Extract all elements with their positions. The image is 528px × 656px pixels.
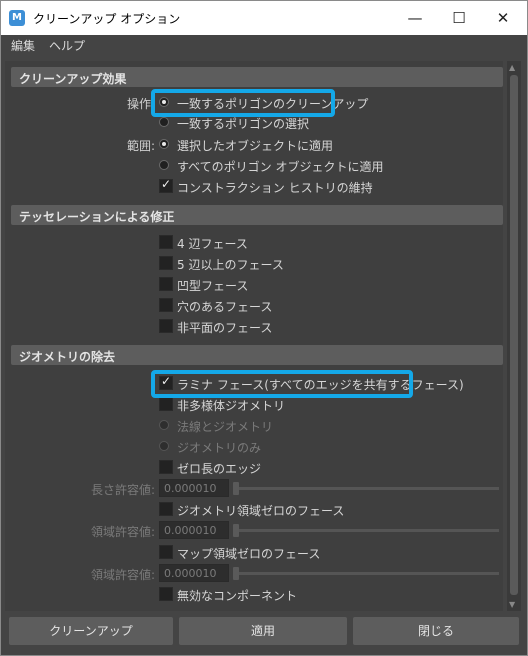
menu-help[interactable]: ヘルプ (49, 37, 85, 54)
checkbox-label: 4 辺フェース (177, 237, 248, 251)
length-tolerance-label: 長さ許容値: (90, 483, 155, 497)
title-bar: M クリーンアップ オプション — ☐ ✕ (1, 1, 527, 35)
geo-row: 無効なコンポーネント (5, 585, 503, 605)
length-tolerance-field[interactable]: 0.000010 (159, 479, 229, 497)
checkbox-label: マップ領域ゼロのフェース (177, 547, 321, 561)
length-tolerance-slider-handle[interactable] (233, 482, 239, 495)
tess-row: 非平面のフェース (5, 317, 503, 337)
checkbox-label: 凹型フェース (177, 279, 249, 293)
section-header-cleanup-effect[interactable]: クリーンアップ効果 (11, 67, 503, 87)
map-tolerance-slider-handle[interactable] (233, 567, 239, 580)
options-panel: クリーンアップ効果 操作: 一致するポリゴンのクリーンアップ 一致するポリゴンの… (5, 61, 503, 611)
section-header-remove-geometry[interactable]: ジオメトリの除去 (11, 345, 503, 365)
checkbox-box[interactable] (159, 397, 173, 411)
section-title: クリーンアップ効果 (19, 72, 127, 86)
tess-row: 穴のあるフェース (5, 296, 503, 316)
area-tolerance-field[interactable]: 0.000010 (159, 521, 229, 539)
tess-row: 凹型フェース (5, 275, 503, 295)
highlight-box-cleanup-option (151, 89, 335, 117)
map-tolerance-field[interactable]: 0.000010 (159, 564, 229, 582)
checkbox-box[interactable] (159, 545, 173, 559)
radio-label: 法線とジオメトリ (177, 420, 274, 434)
checkbox-box[interactable] (159, 235, 173, 249)
vertical-scrollbar[interactable]: ▲ ▼ (507, 61, 521, 611)
section-header-tessellation[interactable]: テッセレーションによる修正 (11, 205, 503, 225)
checkbox-box[interactable] (159, 587, 173, 601)
close-button[interactable]: 閉じる (353, 617, 519, 645)
radio-dot[interactable] (159, 117, 169, 127)
geo-row: マップ領域ゼロのフェース (5, 543, 503, 563)
cleanup-button[interactable]: クリーンアップ (9, 617, 173, 645)
keep-history-row: コンストラクション ヒストリの維持 (5, 177, 503, 197)
map-tolerance-slider-track[interactable] (237, 572, 499, 575)
checkbox-box[interactable] (159, 256, 173, 270)
apply-button[interactable]: 適用 (179, 617, 347, 645)
geo-row: ジオメトリのみ (5, 437, 503, 457)
area-tolerance-slider-handle[interactable] (233, 524, 239, 537)
radio-dot-disabled[interactable] (159, 420, 169, 430)
cleanup-options-window: M クリーンアップ オプション — ☐ ✕ 編集 ヘルプ クリーンアップ効果 操… (0, 0, 528, 656)
close-window-button[interactable]: ✕ (481, 5, 525, 31)
radio-label: すべてのポリゴン オブジェクトに適用 (177, 160, 384, 174)
checkbox-label: 非多様体ジオメトリ (177, 399, 286, 413)
geo-row: ジオメトリ領域ゼロのフェース (5, 500, 503, 520)
length-tolerance-row: 長さ許容値: 0.000010 (5, 479, 503, 499)
scope-row: 範囲: 選択したオブジェクトに適用 (5, 135, 503, 155)
tess-row: 4 辺フェース (5, 233, 503, 253)
radio-label: 選択したオブジェクトに適用 (177, 139, 334, 153)
checkbox-box[interactable] (159, 502, 173, 516)
maximize-button[interactable]: ☐ (437, 5, 481, 31)
area-tolerance-label: 領域許容値: (90, 525, 155, 539)
map-tolerance-label: 領域許容値: (90, 568, 155, 582)
checkbox-label: ジオメトリ領域ゼロのフェース (177, 504, 345, 518)
checkbox-label: 非平面のフェース (177, 321, 273, 335)
checkbox-box[interactable] (159, 298, 173, 312)
menu-edit[interactable]: 編集 (11, 37, 35, 54)
length-tolerance-slider-track[interactable] (237, 487, 499, 490)
checkbox-box[interactable] (159, 460, 173, 474)
radio-dot-selected[interactable] (159, 139, 169, 149)
radio-label: ジオメトリのみ (177, 441, 262, 455)
scroll-down-arrow-icon[interactable]: ▼ (509, 600, 515, 609)
radio-dot[interactable] (159, 160, 169, 170)
checkbox-box[interactable] (159, 319, 173, 333)
checkbox-box[interactable] (159, 277, 173, 291)
checkbox-box-checked[interactable] (159, 177, 173, 193)
checkbox-label: 無効なコンポーネント (177, 589, 298, 603)
scope-row-2: すべてのポリゴン オブジェクトに適用 (5, 156, 503, 176)
geo-row: 非多様体ジオメトリ (5, 395, 503, 415)
checkbox-label: 穴のあるフェース (177, 300, 273, 314)
section-title: テッセレーションによる修正 (19, 210, 175, 224)
radio-dot-disabled[interactable] (159, 441, 169, 451)
area-tolerance-slider-track[interactable] (237, 529, 499, 532)
section-title: ジオメトリの除去 (19, 350, 116, 364)
maya-app-icon: M (9, 10, 25, 26)
geo-row: 法線とジオメトリ (5, 416, 503, 436)
highlight-box-lamina-option (151, 370, 413, 398)
geo-row: ゼロ長のエッジ (5, 458, 503, 478)
scope-label: 範囲: (126, 139, 155, 153)
area-tolerance-row: 領域許容値: 0.000010 (5, 521, 503, 541)
minimize-button[interactable]: — (393, 5, 437, 31)
scrollbar-thumb[interactable] (510, 75, 518, 595)
checkbox-label: ゼロ長のエッジ (177, 462, 262, 476)
window-title: クリーンアップ オプション (33, 12, 181, 26)
radio-label: 一致するポリゴンの選択 (177, 117, 310, 131)
map-tolerance-row: 領域許容値: 0.000010 (5, 564, 503, 584)
checkbox-label: 5 辺以上のフェース (177, 258, 284, 272)
menu-bar: 編集 ヘルプ (1, 35, 527, 57)
tess-row: 5 辺以上のフェース (5, 254, 503, 274)
scroll-up-arrow-icon[interactable]: ▲ (509, 63, 515, 72)
checkbox-label: コンストラクション ヒストリの維持 (177, 181, 373, 195)
